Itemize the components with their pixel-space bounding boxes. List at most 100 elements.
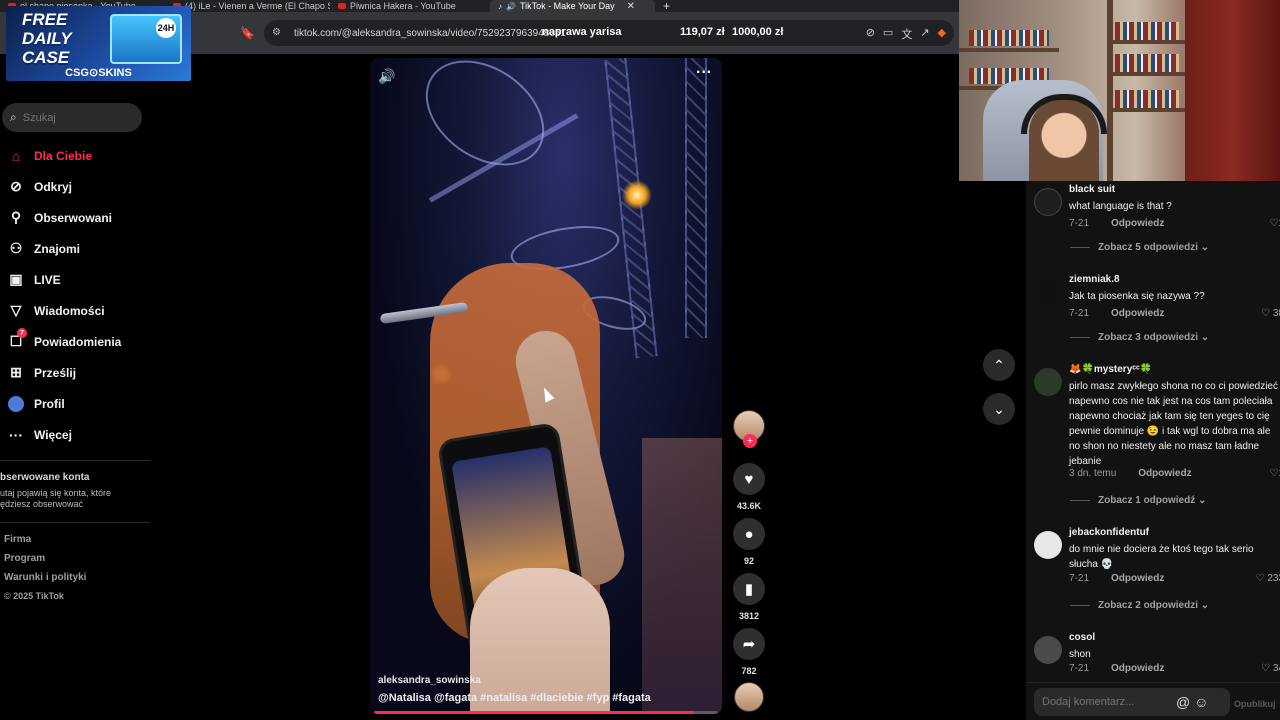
sidebar-item-upload[interactable]: ⊞ Prześlij — [0, 357, 150, 388]
sidebar-item-messages[interactable]: ▽ Wiadomości — [0, 295, 150, 326]
reply-button[interactable]: Odpowiedz — [1111, 573, 1164, 584]
comments-panel: black suit what language is that ? 7-21 O… — [1026, 181, 1280, 720]
sidebar-item-notifications[interactable]: ☐ 7 Powiadomienia — [0, 326, 150, 357]
comment-text: Jak ta piosenka się nazywa ?? — [1069, 291, 1205, 302]
browser-tab[interactable]: Piwnica Hakera - YouTube — [330, 0, 490, 12]
ad-banner[interactable]: FREE DAILY CASE 24H CSG⊙SKINS — [6, 6, 191, 81]
heart-outline-icon: ♡ — [1261, 308, 1271, 319]
mention-icon[interactable]: @ — [1176, 694, 1190, 710]
comment-like[interactable]: ♡ 34 — [1261, 663, 1280, 674]
save-action[interactable]: ▮ 3812 — [731, 573, 767, 623]
video-author[interactable]: aleksandra_sowinska — [378, 675, 481, 686]
sidebar-item-profile[interactable]: Profil — [0, 388, 150, 419]
view-replies-button[interactable]: Zobacz 1 odpowiedź ⌄ — [1070, 495, 1206, 506]
bookmark-icon[interactable]: 🔖 — [240, 26, 255, 42]
comment-avatar[interactable] — [1034, 636, 1062, 664]
followed-desc-line: utaj pojawią się konta, które — [0, 488, 112, 498]
sidebar-item-friends[interactable]: ⚇ Znajomi — [0, 233, 150, 264]
sidebar-item-explore[interactable]: ⊘ Odkryj — [0, 171, 150, 202]
translate-icon[interactable]: 文 — [901, 26, 912, 42]
video-progress-bar[interactable] — [374, 711, 718, 714]
comment-avatar[interactable] — [1034, 188, 1062, 216]
reply-button[interactable]: Odpowiedz — [1111, 218, 1164, 229]
copyright: © 2025 TikTok — [4, 591, 64, 601]
creator-avatar[interactable]: + — [733, 410, 765, 448]
comment-like[interactable]: ♡ 233 — [1256, 573, 1280, 584]
followed-accounts-title: bserwowane konta — [0, 472, 90, 483]
close-tab-icon[interactable]: ✕ — [627, 1, 635, 12]
emoji-icon[interactable]: ☺ — [1194, 694, 1208, 710]
comment-date: 7-21 — [1069, 218, 1090, 229]
sidebar-nav: ⌂ Dla Ciebie ⊘ Odkryj ⚲ Obserwowani ⚇ Zn… — [0, 140, 150, 450]
comment-input[interactable] — [1042, 696, 1172, 708]
comment-date: 3 dn. temu — [1069, 468, 1117, 479]
comment-like[interactable]: ♡ 38 — [1261, 308, 1280, 319]
comment-avatar[interactable] — [1034, 278, 1062, 306]
comment-text: what language is that ? — [1069, 201, 1172, 212]
comment-icon[interactable]: ● — [733, 518, 765, 550]
search-input[interactable] — [22, 111, 123, 124]
bookmark-icon[interactable]: ▮ — [733, 573, 765, 605]
footer-link-program[interactable]: Program — [4, 553, 86, 572]
comment-username[interactable]: ziemniak.8 — [1069, 274, 1120, 285]
footer-link-terms[interactable]: Warunki i polityki — [4, 572, 86, 591]
comment-avatar[interactable] — [1034, 531, 1062, 559]
video-progress-fill — [374, 711, 694, 714]
comment-text: do mnie nie dociera że ktoś tego tak ser… — [1069, 544, 1254, 570]
view-replies-button[interactable]: Zobacz 2 odpowiedzi ⌄ — [1070, 600, 1209, 611]
comment-username[interactable]: black suit — [1069, 184, 1115, 195]
chevron-down-icon: ⌄ — [1200, 332, 1210, 343]
sidebar-item-for-you[interactable]: ⌂ Dla Ciebie — [0, 140, 150, 171]
ad-brand: CSG⊙SKINS — [65, 67, 132, 79]
comment-username[interactable]: jebackonfidentuf — [1069, 527, 1149, 538]
shelf — [1109, 40, 1189, 44]
reply-button[interactable]: Odpowiedz — [1111, 663, 1164, 674]
tab-label: Piwnica Hakera - YouTube — [350, 1, 456, 11]
comment-like[interactable]: ♡1 — [1269, 468, 1280, 479]
like-action[interactable]: ♥ 43.6K — [731, 463, 767, 513]
next-video-button[interactable]: ⌄ — [983, 393, 1015, 425]
share-action[interactable]: ➦ 782 — [731, 628, 767, 678]
no-tracking-icon[interactable]: ⊘ — [866, 26, 875, 42]
brave-icon[interactable]: ◆ — [938, 26, 946, 42]
video-caption[interactable]: @Natalisa @fagata #natalisa #dlaciebie #… — [378, 692, 651, 704]
comment-action[interactable]: ● 92 — [731, 518, 767, 568]
share-arrow-icon[interactable]: ➦ — [733, 628, 765, 660]
reply-button[interactable]: Odpowiedz — [1111, 308, 1164, 319]
comment-meta: 3 dn. temu Odpowiedz — [1069, 468, 1192, 479]
browser-tab-active[interactable]: ♪ 🔊 TikTok - Make Your Day ✕ — [490, 0, 655, 12]
sidebar-item-following[interactable]: ⚲ Obserwowani — [0, 202, 150, 233]
share-icon[interactable]: ↗ — [920, 26, 929, 42]
post-comment-button[interactable]: Opublikuj — [1234, 699, 1276, 709]
url-text: tiktok.com/@aleksandra_sowinska/video/75… — [294, 27, 566, 39]
comment-date: 7-21 — [1069, 663, 1090, 674]
follow-plus-icon[interactable]: + — [743, 434, 757, 448]
comment-input-wrapper[interactable]: @ ☺ — [1034, 688, 1230, 716]
volume-icon[interactable]: 🔊 — [378, 68, 395, 85]
comment-avatar[interactable] — [1034, 368, 1062, 396]
search-box[interactable]: ⌕ — [2, 103, 142, 132]
chevron-down-icon: ⌄ — [993, 400, 1005, 417]
heart-icon[interactable]: ♥ — [733, 463, 765, 495]
view-replies-button[interactable]: Zobacz 3 odpowiedzi ⌄ — [1070, 332, 1209, 343]
sidebar-item-live[interactable]: ▣ LIVE — [0, 264, 150, 295]
comment-date: 7-21 — [1069, 308, 1090, 319]
site-settings-icon[interactable]: ⚙ — [272, 27, 284, 39]
comment-meta: 7-21 Odpowiedz — [1069, 308, 1164, 319]
comment-meta: 7-21 Odpowiedz — [1069, 218, 1164, 229]
url-field[interactable]: ⚙ tiktok.com/@aleksandra_sowinska/video/… — [264, 20, 954, 46]
comment-meta: 7-21 Odpowiedz — [1069, 663, 1164, 674]
more-options-icon[interactable]: ··· — [696, 64, 712, 82]
previous-video-button[interactable]: ⌃ — [983, 349, 1015, 381]
footer-link-company[interactable]: Firma — [4, 534, 86, 553]
sound-avatar[interactable] — [734, 682, 764, 712]
comment-like[interactable]: ♡1 — [1269, 218, 1280, 229]
comment-username[interactable]: cosol — [1069, 632, 1095, 643]
stage-truss — [685, 58, 707, 338]
extension-icons: ⊘ ▭ 文 ↗ ◆ — [866, 26, 946, 42]
sidebar-item-more[interactable]: ··· Więcej — [0, 419, 150, 450]
cast-icon[interactable]: ▭ — [883, 26, 893, 42]
reply-button[interactable]: Odpowiedz — [1138, 468, 1191, 479]
comment-username[interactable]: 🦊🍀mysteryᶜᶜ🍀 — [1069, 364, 1152, 375]
view-replies-button[interactable]: Zobacz 5 odpowiedzi ⌄ — [1070, 242, 1209, 253]
